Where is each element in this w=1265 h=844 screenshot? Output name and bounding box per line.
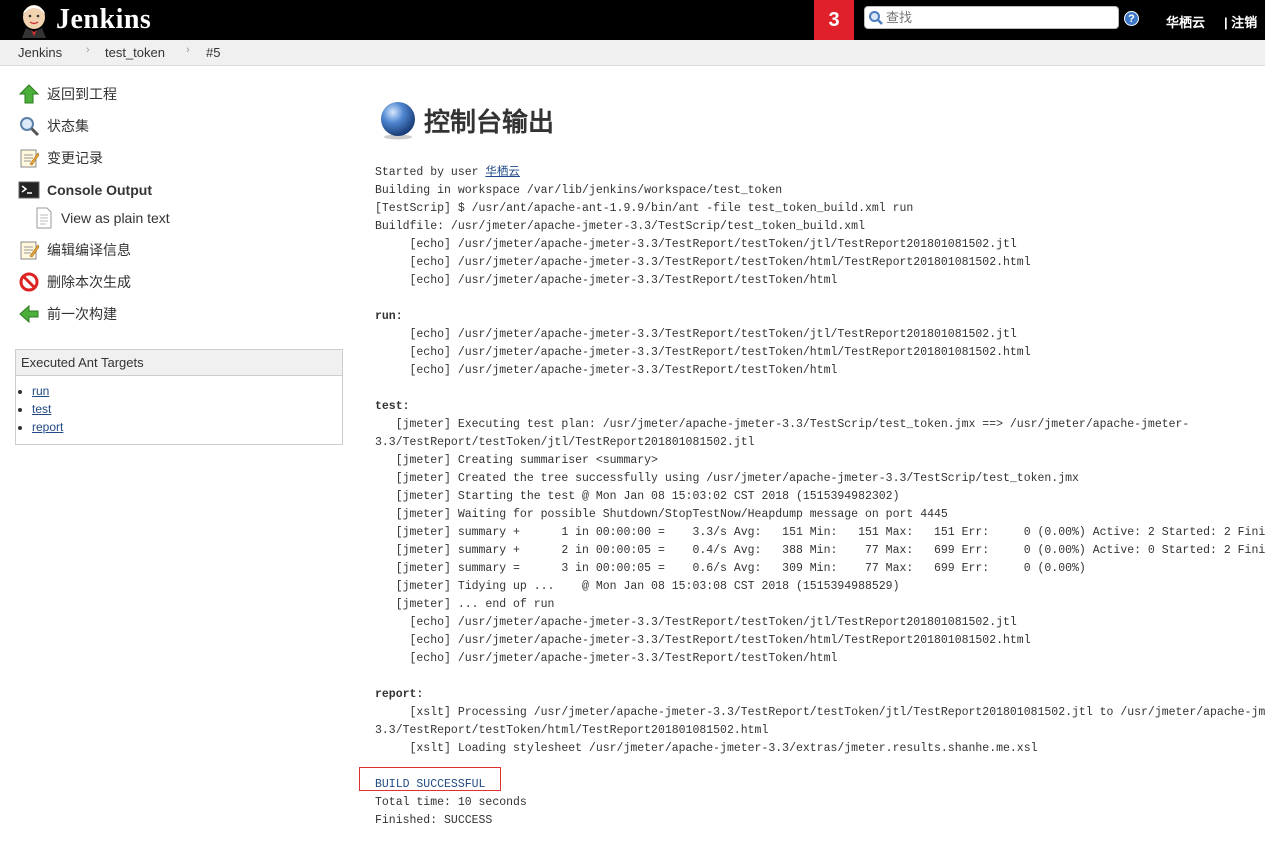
ant-target-link[interactable]: run <box>32 384 49 398</box>
console-line: [jmeter] ... end of run <box>395 598 555 611</box>
console-output: Started by user 华栖云 Building in workspac… <box>375 164 1265 830</box>
logout-link[interactable]: | 注销 <box>1224 12 1257 31</box>
executed-ant-targets-panel: Executed Ant Targets run test report <box>15 349 343 445</box>
jenkins-logo[interactable]: Jenkins <box>16 2 151 38</box>
target-test-label: test: <box>375 400 410 413</box>
terminal-icon <box>18 181 40 199</box>
console-line: 3.3/TestReport/testToken/html/TestReport… <box>375 724 769 737</box>
page-heading: 控制台输出 <box>378 100 554 140</box>
list-item: test <box>32 400 342 418</box>
notification-badge[interactable]: 3 <box>814 0 854 40</box>
task-view-plain-text[interactable]: View as plain text <box>34 207 170 229</box>
console-line: [echo] /usr/jmeter/apache-jmeter-3.3/Tes… <box>409 256 1031 269</box>
document-icon <box>36 207 52 229</box>
console-line: [xslt] Loading stylesheet /usr/jmeter/ap… <box>409 742 1038 755</box>
no-entry-icon <box>19 272 39 292</box>
console-lines-test: [jmeter] Executing test plan: /usr/jmete… <box>375 418 1265 665</box>
blue-ball-icon <box>381 102 415 140</box>
console-line: [jmeter] Tidying up ... @ Mon Jan 08 15:… <box>395 580 900 593</box>
console-line: [jmeter] Creating summariser <summary> <box>395 454 658 467</box>
console-line: [echo] /usr/jmeter/apache-jmeter-3.3/Tes… <box>409 616 1017 629</box>
finished-status-text: Finished: SUCCESS <box>375 814 493 827</box>
console-line: [jmeter] summary = 3 in 00:00:05 = 0.6/s… <box>395 562 1086 575</box>
up-arrow-icon <box>18 84 40 104</box>
ant-targets-list: run test report <box>16 382 342 436</box>
console-line: [jmeter] Starting the test @ Mon Jan 08 … <box>395 490 900 503</box>
console-lines-prelude: Building in workspace /var/lib/jenkins/w… <box>375 184 1031 287</box>
console-line: [jmeter] Executing test plan: /usr/jmete… <box>395 418 1190 431</box>
console-started-prefix: Started by user <box>375 166 486 179</box>
task-delete-build[interactable]: 删除本次生成 <box>18 271 131 293</box>
breadcrumb-separator-icon: › <box>186 44 190 56</box>
task-changes[interactable]: 变更记录 <box>18 147 103 169</box>
page-title: 控制台输出 <box>424 106 555 137</box>
console-line: Building in workspace /var/lib/jenkins/w… <box>375 184 783 197</box>
console-line: [jmeter] Created the tree successfully u… <box>395 472 1079 485</box>
breadcrumb-item-jenkins[interactable]: Jenkins <box>18 45 62 60</box>
ant-targets-title: Executed Ant Targets <box>16 350 342 376</box>
header-bar: Jenkins 3 ? 华栖云 | 注销 <box>0 0 1265 40</box>
console-line: Buildfile: /usr/jmeter/apache-jmeter-3.3… <box>375 220 865 233</box>
console-line: [echo] /usr/jmeter/apache-jmeter-3.3/Tes… <box>409 634 1031 647</box>
notepad-icon <box>20 241 40 260</box>
logo-text: Jenkins <box>56 4 152 35</box>
breadcrumb: Jenkins › test_token › #5 <box>0 40 1265 66</box>
started-by-user-link[interactable]: 华栖云 <box>485 166 520 179</box>
search-icon <box>869 10 883 25</box>
task-back-to-project[interactable]: 返回到工程 <box>18 83 117 105</box>
list-item: run <box>32 382 342 400</box>
task-edit-build-info[interactable]: 编辑编译信息 <box>18 239 131 261</box>
left-arrow-icon <box>19 304 39 324</box>
search-input[interactable] <box>884 10 1108 25</box>
ant-target-link[interactable]: report <box>32 420 63 434</box>
console-line: [jmeter] summary + 1 in 00:00:00 = 3.3/s… <box>395 526 1265 539</box>
magnifier-icon <box>20 117 40 137</box>
console-line: [echo] /usr/jmeter/apache-jmeter-3.3/Tes… <box>409 652 838 665</box>
total-time-text: Total time: 10 seconds <box>375 796 527 809</box>
console-line: [jmeter] Waiting for possible Shutdown/S… <box>395 508 948 521</box>
breadcrumb-item-build[interactable]: #5 <box>206 45 220 60</box>
butler-icon <box>22 5 46 38</box>
target-run-label: run: <box>375 310 403 323</box>
console-line: [echo] /usr/jmeter/apache-jmeter-3.3/Tes… <box>409 346 1031 359</box>
help-icon[interactable]: ? <box>1124 11 1139 26</box>
breadcrumb-separator-icon: › <box>86 44 90 56</box>
highlight-box <box>359 767 501 791</box>
search-box[interactable] <box>864 6 1119 29</box>
breadcrumb-item-job[interactable]: test_token <box>105 45 165 60</box>
task-previous-build[interactable]: 前一次构建 <box>18 303 117 325</box>
console-lines-run: [echo] /usr/jmeter/apache-jmeter-3.3/Tes… <box>375 328 1031 377</box>
task-console-output[interactable]: Console Output <box>18 179 152 201</box>
target-report-label: report: <box>375 688 424 701</box>
console-line: [xslt] Processing /usr/jmeter/apache-jme… <box>409 706 1265 719</box>
user-link[interactable]: 华栖云 <box>1166 12 1205 31</box>
console-line: [echo] /usr/jmeter/apache-jmeter-3.3/Tes… <box>409 238 1017 251</box>
notepad-icon <box>20 149 40 168</box>
console-line: [TestScrip] $ /usr/ant/apache-ant-1.9.9/… <box>375 202 914 215</box>
ant-target-link[interactable]: test <box>32 402 51 416</box>
console-lines-report: [xslt] Processing /usr/jmeter/apache-jme… <box>375 706 1265 755</box>
task-status[interactable]: 状态集 <box>18 115 89 137</box>
console-line: [echo] /usr/jmeter/apache-jmeter-3.3/Tes… <box>409 328 1017 341</box>
console-line: [echo] /usr/jmeter/apache-jmeter-3.3/Tes… <box>409 364 838 377</box>
list-item: report <box>32 418 342 436</box>
console-line: 3.3/TestReport/testToken/jtl/TestReport2… <box>375 436 755 449</box>
console-line: [jmeter] summary + 2 in 00:00:05 = 0.4/s… <box>395 544 1265 557</box>
console-line: [echo] /usr/jmeter/apache-jmeter-3.3/Tes… <box>409 274 838 287</box>
